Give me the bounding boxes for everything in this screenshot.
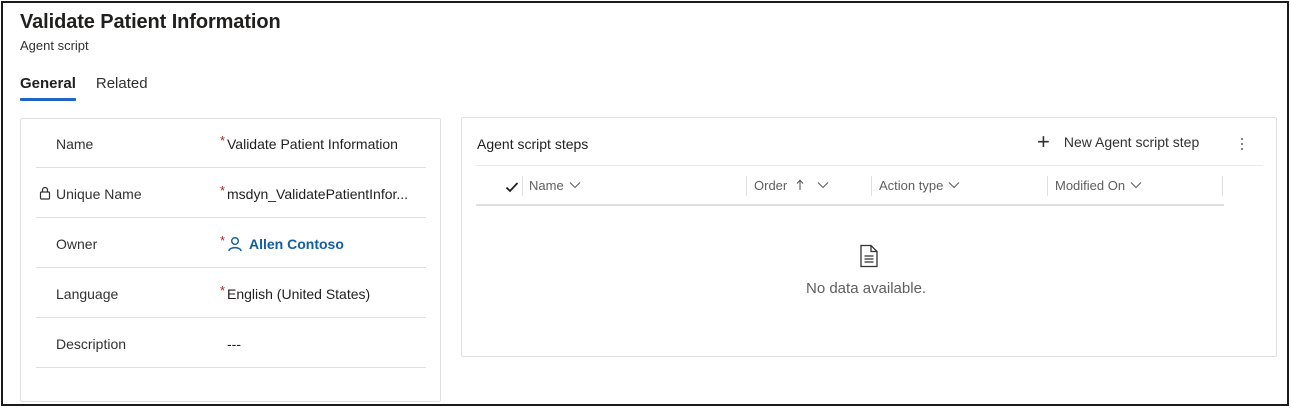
owner-link[interactable]: Allen Contoso: [227, 236, 344, 252]
description-field[interactable]: ---: [227, 319, 241, 368]
plus-icon: +: [1037, 129, 1050, 154]
sort-ascending-icon: [796, 179, 804, 190]
column-order[interactable]: Order: [754, 174, 829, 196]
column-name[interactable]: Name: [529, 174, 581, 196]
empty-state-message: No data available.: [806, 280, 927, 297]
tab-general[interactable]: General: [20, 75, 76, 101]
owner-label: Owner: [56, 235, 98, 252]
page-title: Validate Patient Information: [20, 11, 281, 33]
chevron-down-icon: [569, 182, 581, 189]
unique-name-field[interactable]: msdyn_ValidatePatientInfor...: [227, 169, 408, 218]
unique-name-label-wrap: Unique Name: [39, 169, 142, 218]
column-action-type-label: Action type: [879, 177, 944, 193]
language-label: Language: [56, 285, 119, 302]
subgrid-title: Agent script steps: [477, 136, 589, 152]
chevron-down-icon: [948, 182, 960, 189]
person-icon: [228, 236, 242, 251]
lock-icon: [39, 186, 51, 200]
name-label: Name: [56, 135, 94, 152]
column-order-label: Order: [754, 177, 788, 193]
unique-name-label: Unique Name: [56, 185, 142, 202]
grid-column-header: Name Order Action type Modified On: [476, 174, 1224, 206]
owner-field: Allen Contoso: [227, 219, 344, 268]
column-separator: [1222, 176, 1223, 196]
new-agent-script-step-button[interactable]: + New Agent script step: [1037, 129, 1200, 154]
agent-script-steps-subgrid: Agent script steps + New Agent script st…: [461, 117, 1277, 357]
form-row-language: Language * English (United States): [36, 269, 426, 318]
column-separator: [746, 176, 747, 196]
required-indicator: *: [220, 183, 226, 198]
column-separator: [1047, 176, 1048, 196]
language-field[interactable]: English (United States): [227, 269, 370, 318]
form-row-description: Description ---: [36, 319, 426, 368]
general-form-section: Name * Validate Patient Information Uniq…: [20, 118, 441, 402]
column-name-label: Name: [529, 177, 564, 193]
header-divider: [476, 204, 1224, 206]
entity-type-label: Agent script: [20, 38, 89, 53]
checkmark-icon[interactable]: [504, 179, 520, 195]
form-row-owner: Owner * Allen Contoso: [36, 219, 426, 268]
column-separator: [871, 176, 872, 196]
column-modified-on-label: Modified On: [1055, 177, 1126, 193]
column-separator: [522, 176, 523, 196]
required-indicator: *: [220, 283, 226, 298]
more-vertical-icon[interactable]: [1234, 134, 1250, 154]
name-field[interactable]: Validate Patient Information: [227, 119, 398, 168]
form-row-unique-name: Unique Name * msdyn_ValidatePatientInfor…: [36, 169, 426, 218]
required-indicator: *: [220, 233, 226, 248]
required-indicator: *: [220, 133, 226, 148]
chevron-down-icon: [1130, 182, 1142, 189]
description-label: Description: [56, 335, 127, 352]
column-modified-on[interactable]: Modified On: [1055, 174, 1142, 196]
chevron-down-icon: [817, 182, 829, 189]
form-row-name: Name * Validate Patient Information: [36, 119, 426, 168]
divider: [476, 165, 1263, 166]
tab-related[interactable]: Related: [96, 75, 148, 101]
document-icon: [860, 244, 878, 268]
tab-bar: General Related: [20, 75, 168, 101]
new-step-label: New Agent script step: [1063, 134, 1200, 150]
column-action-type[interactable]: Action type: [879, 174, 960, 196]
form-window: Validate Patient Information Agent scrip…: [1, 1, 1289, 406]
owner-name: Allen Contoso: [249, 235, 344, 252]
